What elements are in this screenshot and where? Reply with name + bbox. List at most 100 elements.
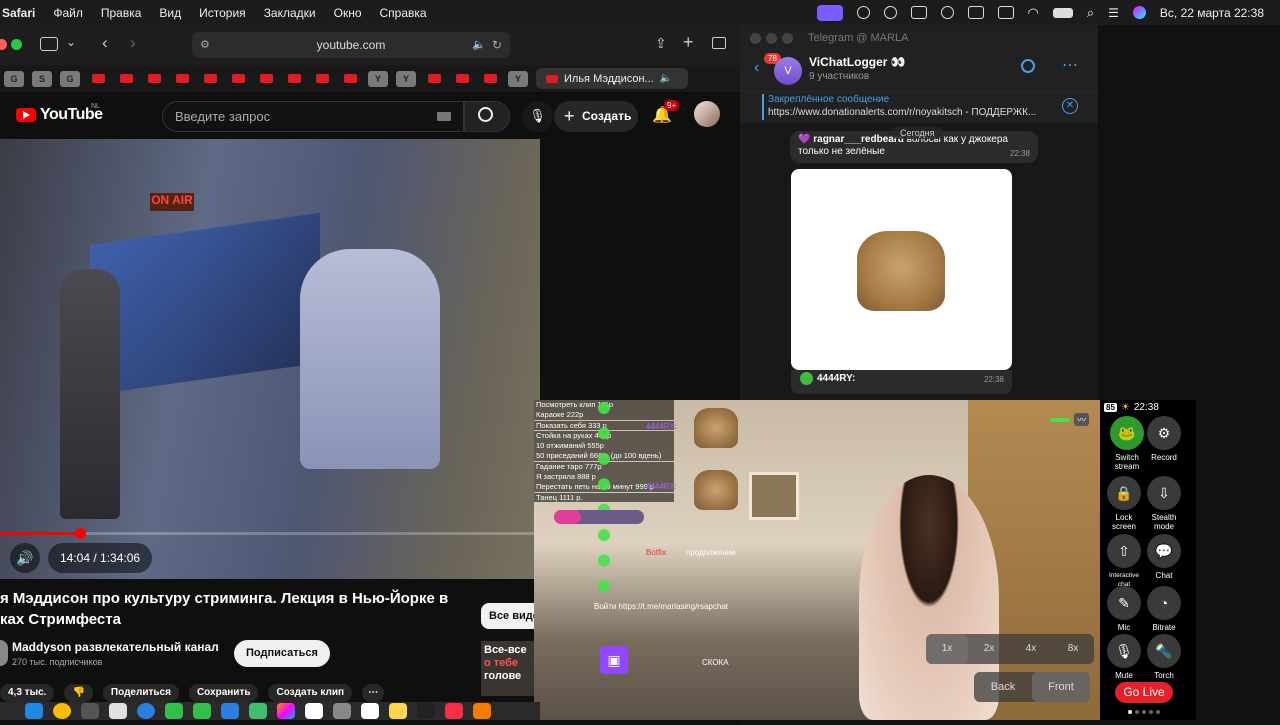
video-player[interactable]: ON AIR 🔊 14:04 / 1:34:06 [0, 139, 540, 579]
photos-icon[interactable] [277, 703, 295, 719]
user-avatar[interactable] [800, 372, 813, 385]
tab-youtube[interactable] [228, 71, 248, 87]
page-dot[interactable] [1156, 710, 1160, 714]
torch-button[interactable]: 🔦 [1147, 634, 1181, 668]
menu-bookmarks[interactable]: Закладки [264, 6, 316, 20]
more-actions-button[interactable]: ⋯ [362, 684, 385, 702]
battery-icon[interactable] [1052, 7, 1073, 18]
camera-front-button[interactable]: Front [1032, 672, 1090, 702]
tab-youtube[interactable] [480, 71, 500, 87]
stocks-icon[interactable] [417, 703, 435, 719]
progress-scrubber[interactable] [75, 528, 86, 539]
bitrate-button[interactable]: ◔ [1147, 586, 1181, 620]
recommended-video-thumbnail[interactable]: Все-все о тебе голове [481, 641, 535, 696]
display-icon[interactable] [910, 6, 927, 19]
tab-youtube[interactable] [424, 71, 444, 87]
zoom-window-button[interactable] [11, 39, 22, 50]
tab-y-3[interactable]: Y [508, 70, 528, 87]
help-icon[interactable] [81, 703, 99, 719]
share-icon[interactable]: ⇪ [655, 35, 667, 52]
tab-youtube[interactable] [452, 71, 472, 87]
mail-icon[interactable] [221, 703, 239, 719]
page-dot[interactable] [1149, 710, 1153, 714]
sidebar-icon[interactable] [40, 37, 58, 51]
interactive-chat-button[interactable]: ⇧ [1107, 534, 1141, 568]
save-button[interactable]: Сохранить [188, 684, 259, 702]
tab-youtube[interactable] [144, 71, 164, 87]
mute-button[interactable]: 🎙 [1107, 634, 1141, 668]
launchpad-icon[interactable] [109, 703, 127, 719]
search-input[interactable]: Введите запрос [162, 101, 464, 132]
tab-youtube[interactable] [116, 71, 136, 87]
channel-name[interactable]: Maddyson развлекательный канал [12, 640, 219, 654]
safari-icon[interactable] [137, 703, 155, 719]
chat-avatar[interactable]: V [774, 57, 802, 85]
menu-view[interactable]: Вид [159, 6, 181, 20]
tab-audio-icon[interactable]: 🔈 [660, 73, 672, 84]
notes-icon[interactable] [389, 703, 407, 719]
youtube-logo-icon[interactable] [16, 108, 36, 122]
search-button[interactable] [464, 101, 510, 132]
timer-icon[interactable] [883, 6, 897, 19]
chrome-icon[interactable] [53, 703, 71, 719]
finder-icon[interactable] [25, 703, 43, 719]
play-icon[interactable] [940, 6, 954, 19]
stealth-mode-button[interactable]: ⇩ [1147, 476, 1181, 510]
chat-button[interactable]: 💬 [1147, 534, 1181, 568]
lock-screen-button[interactable]: 🔒 [1107, 476, 1141, 510]
books-icon[interactable] [473, 703, 491, 719]
record-button[interactable]: ⚙ [1147, 416, 1181, 450]
tab-s[interactable]: S [32, 70, 52, 87]
menubar-clock[interactable]: Вс, 22 марта 22:38 [1160, 6, 1264, 20]
microphone-icon[interactable]: 🎙 [522, 101, 553, 132]
keyboard-icon[interactable] [437, 112, 451, 121]
close-window-button[interactable] [0, 39, 7, 50]
close-pinned-icon[interactable]: ✕ [1062, 98, 1078, 114]
tab-youtube[interactable] [256, 71, 276, 87]
tab-google-2[interactable]: G [60, 70, 80, 87]
tab-youtube[interactable] [312, 71, 332, 87]
menu-history[interactable]: История [199, 6, 246, 20]
mic-button[interactable]: ✎ [1107, 586, 1141, 620]
avatar[interactable] [694, 101, 720, 127]
music-icon[interactable] [445, 703, 463, 719]
page-dot[interactable] [1142, 710, 1146, 714]
chat-name[interactable]: ViChatLogger 👀 [809, 55, 906, 69]
tab-overview-icon[interactable] [712, 37, 726, 49]
screen-record-icon[interactable] [816, 4, 843, 21]
menu-edit[interactable]: Правка [101, 6, 142, 20]
siri-icon[interactable] [1132, 6, 1146, 19]
facetime-icon[interactable] [193, 703, 211, 719]
page-dot[interactable] [1135, 710, 1139, 714]
zoom-window-button[interactable] [782, 33, 793, 44]
menu-app-name[interactable]: Safari [2, 6, 35, 20]
pinned-message-bar[interactable]: Закреплённое сообщение https://www.donat… [740, 91, 1098, 123]
page-settings-icon[interactable]: ⚙ [200, 32, 210, 58]
reload-icon[interactable]: ↻ [492, 32, 502, 58]
search-icon[interactable]: ⌕ [1087, 5, 1094, 21]
zoom-option-2x[interactable]: 2x [968, 634, 1010, 664]
messages-icon[interactable] [165, 703, 183, 719]
reminders-icon[interactable] [361, 703, 379, 719]
tab-youtube[interactable] [172, 71, 192, 87]
tab-youtube[interactable] [200, 71, 220, 87]
tab-youtube[interactable] [88, 71, 108, 87]
address-bar[interactable]: ⚙ youtube.com 🔈 ↻ [192, 32, 510, 58]
contacts-icon[interactable] [333, 703, 351, 719]
message-author[interactable]: ragnar___redbeard [813, 134, 904, 145]
back-icon[interactable]: ‹ [102, 33, 108, 53]
audio-playing-icon[interactable]: 🔈 [472, 32, 486, 58]
status-icon[interactable] [856, 6, 870, 19]
active-tab[interactable]: Илья Мэддисон... 🔈 [536, 68, 688, 89]
tab-y[interactable]: Y [368, 70, 388, 87]
wifi-icon[interactable]: ◠ [1028, 5, 1039, 21]
sticker-image[interactable] [791, 169, 1012, 370]
dislike-button[interactable]: 👎 [64, 684, 93, 702]
zoom-option-8x[interactable]: 8x [1052, 634, 1094, 664]
calendar-icon[interactable] [305, 703, 323, 719]
create-button[interactable]: + Создать [554, 101, 638, 132]
menu-file[interactable]: Файл [53, 6, 83, 20]
volume-icon[interactable]: 🔊 [10, 543, 40, 573]
message-author[interactable]: 4444RY: [817, 373, 855, 384]
control-center-icon[interactable]: ☰ [1108, 6, 1119, 20]
